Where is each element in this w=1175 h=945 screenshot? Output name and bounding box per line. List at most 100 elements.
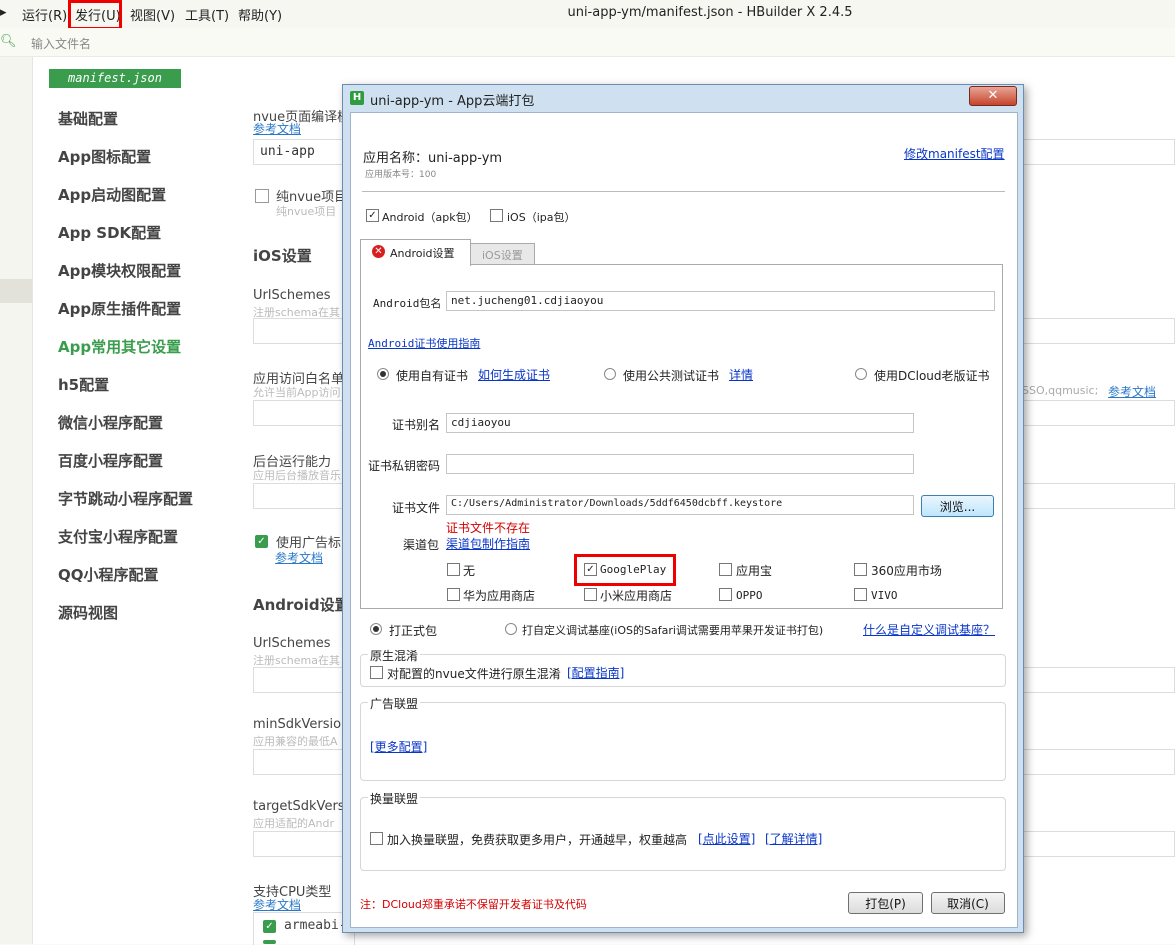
cancel-button[interactable]: 取消(C) bbox=[931, 892, 1005, 914]
background-help: 应用后台播放音乐 bbox=[253, 469, 341, 482]
whitelist-suffix: SSO,qqmusic; bbox=[1022, 384, 1099, 397]
channel-yyb-label: 应用宝 bbox=[736, 564, 773, 578]
highlight-box-publish bbox=[68, 0, 122, 30]
ios-section-title: iOS设置 bbox=[253, 247, 312, 265]
nav-h5[interactable]: h5配置 bbox=[58, 374, 109, 395]
nav-toutiao[interactable]: 字节跳动小程序配置 bbox=[58, 488, 193, 509]
nav-baidu[interactable]: 百度小程序配置 bbox=[58, 450, 163, 471]
cert-own-radio[interactable] bbox=[377, 368, 389, 380]
cpu-next-checkbox[interactable] bbox=[263, 940, 276, 944]
window-title: uni-app-ym/manifest.json - HBuilder X 2.… bbox=[567, 5, 853, 20]
ad-flag-checkbox[interactable]: ✓ bbox=[255, 535, 268, 548]
whitelist-help: 允许当前App访问 bbox=[253, 386, 341, 399]
obfuscation-checkbox[interactable] bbox=[370, 666, 383, 679]
cpu-doc-link[interactable]: 参考文档 bbox=[253, 896, 301, 913]
menu-tools[interactable]: 工具(T) bbox=[185, 5, 229, 24]
privacy-note: 注：DCloud郑重承诺不保留开发者证书及代码 bbox=[360, 898, 587, 911]
divider bbox=[362, 191, 1005, 192]
app-name-label: 应用名称：uni-app-ym bbox=[363, 151, 503, 166]
cpu-armeabi-checkbox[interactable]: ✓ bbox=[263, 920, 276, 933]
background-field[interactable] bbox=[253, 483, 343, 509]
whitelist-doc-link[interactable]: 参考文档 bbox=[1108, 383, 1156, 400]
pure-nvue-checkbox[interactable] bbox=[255, 189, 269, 203]
tab-android-label: Android设置 bbox=[390, 247, 455, 260]
modify-manifest-link[interactable]: 修改manifest配置 bbox=[904, 145, 1005, 162]
ad-more-config-link[interactable]: [更多配置] bbox=[370, 738, 427, 755]
cert-public-label: 使用公共测试证书 bbox=[623, 369, 720, 383]
dialog-title: uni-app-ym - App云端打包 bbox=[370, 94, 535, 109]
swap-details-link[interactable]: [了解详情] bbox=[765, 830, 822, 847]
channel-none-checkbox[interactable] bbox=[447, 563, 460, 576]
android-pkg-label: Android（apk包） bbox=[382, 211, 478, 224]
obfuscation-label: 对配置的nvue文件进行原生混淆 bbox=[387, 667, 561, 681]
nav-sdk[interactable]: App SDK配置 bbox=[58, 222, 161, 243]
formal-pack-label: 打正式包 bbox=[389, 624, 438, 638]
password-input[interactable] bbox=[446, 454, 914, 474]
menu-item-partial[interactable]: ▸ bbox=[0, 5, 7, 20]
android-tab-panel bbox=[360, 264, 1003, 609]
error-icon: ✕ bbox=[372, 245, 385, 258]
swap-union-label: 加入换量联盟，免费获取更多用户，开通越早，权重越高 bbox=[387, 833, 688, 847]
a-urlschemes-field-tail bbox=[1004, 667, 1175, 693]
ios-pkg-label: iOS（ipa包） bbox=[507, 211, 576, 224]
nav-splash[interactable]: App启动图配置 bbox=[58, 184, 166, 205]
alias-input[interactable]: cdjiaoyou bbox=[446, 413, 914, 433]
cert-dcloud-radio[interactable] bbox=[855, 368, 867, 380]
swap-union-checkbox[interactable] bbox=[370, 832, 383, 845]
cert-public-radio[interactable] bbox=[604, 368, 616, 380]
ios-pkg-checkbox[interactable] bbox=[490, 209, 503, 222]
obfuscation-guide-link[interactable]: [配置指南] bbox=[567, 664, 624, 681]
pkgname-input[interactable]: net.jucheng01.cdjiaoyou bbox=[446, 291, 995, 311]
android-pkg-checkbox[interactable]: ✓ bbox=[366, 209, 379, 222]
cert-file-input[interactable]: C:/Users/Administrator/Downloads/5ddf645… bbox=[446, 495, 914, 515]
targetsdk-label: targetSdkVers bbox=[253, 799, 345, 814]
channel-oppo-checkbox[interactable] bbox=[719, 588, 732, 601]
pack-button[interactable]: 打包(P) bbox=[848, 892, 923, 914]
pkgname-label: Android包名 bbox=[373, 297, 442, 310]
highlight-box-googleplay bbox=[574, 554, 676, 586]
ad-union-title: 广告联盟 bbox=[368, 695, 421, 712]
left-gutter bbox=[0, 57, 32, 944]
tab-ios-label: iOS设置 bbox=[482, 249, 523, 262]
nav-native-plugins[interactable]: App原生插件配置 bbox=[58, 298, 181, 319]
background-field-tail bbox=[1020, 483, 1175, 509]
nav-app-icon[interactable]: App图标配置 bbox=[58, 146, 151, 167]
urlschemes-field[interactable] bbox=[253, 318, 343, 344]
channel-xiaomi-checkbox[interactable] bbox=[584, 588, 597, 601]
formal-pack-radio[interactable] bbox=[370, 623, 382, 635]
nav-permissions[interactable]: App模块权限配置 bbox=[58, 260, 181, 281]
cert-public-detail-link[interactable]: 详情 bbox=[729, 366, 753, 383]
search-icon: 🔍︎ bbox=[0, 34, 17, 49]
nav-source[interactable]: 源码视图 bbox=[58, 602, 118, 623]
ad-flag-doc-link[interactable]: 参考文档 bbox=[275, 549, 323, 566]
menu-run[interactable]: 运行(R) bbox=[22, 5, 67, 24]
cert-how-link[interactable]: 如何生成证书 bbox=[478, 366, 550, 383]
nav-basic[interactable]: 基础配置 bbox=[58, 108, 118, 129]
minsdk-help: 应用兼容的最低A bbox=[253, 735, 338, 748]
nav-qq[interactable]: QQ小程序配置 bbox=[58, 564, 159, 585]
swap-settings-link[interactable]: [点此设置] bbox=[698, 830, 755, 847]
custom-base-link[interactable]: 什么是自定义调试基座？ bbox=[863, 621, 995, 638]
channel-huawei-checkbox[interactable] bbox=[447, 588, 460, 601]
menu-view[interactable]: 视图(V) bbox=[130, 5, 175, 24]
nvue-mode-field[interactable]: uni-app bbox=[253, 139, 353, 165]
channel-vivo-checkbox[interactable] bbox=[854, 588, 867, 601]
cert-guide-link[interactable]: Android证书使用指南 bbox=[368, 335, 480, 351]
search-input[interactable]: 输入文件名 bbox=[31, 35, 91, 52]
targetsdk-help: 应用适配的Andr bbox=[253, 817, 335, 830]
minsdk-label: minSdkVersion bbox=[253, 717, 350, 732]
channel-guide-link[interactable]: 渠道包制作指南 bbox=[446, 535, 530, 552]
close-icon[interactable]: ✕ bbox=[969, 86, 1017, 106]
channel-vivo-label: VIVO bbox=[871, 589, 898, 602]
nav-other-settings[interactable]: App常用其它设置 bbox=[58, 336, 181, 357]
whitelist-field[interactable] bbox=[253, 400, 343, 426]
cert-file-error: 证书文件不存在 bbox=[446, 521, 531, 535]
menu-help[interactable]: 帮助(Y) bbox=[238, 5, 282, 24]
ref-doc-link[interactable]: 参考文档 bbox=[253, 120, 301, 137]
channel-360-checkbox[interactable] bbox=[854, 563, 867, 576]
custom-base-radio[interactable] bbox=[505, 623, 517, 635]
nav-alipay[interactable]: 支付宝小程序配置 bbox=[58, 526, 178, 547]
channel-yyb-checkbox[interactable] bbox=[719, 563, 732, 576]
nav-weixin[interactable]: 微信小程序配置 bbox=[58, 412, 163, 433]
browse-button[interactable]: 浏览... bbox=[921, 495, 994, 517]
